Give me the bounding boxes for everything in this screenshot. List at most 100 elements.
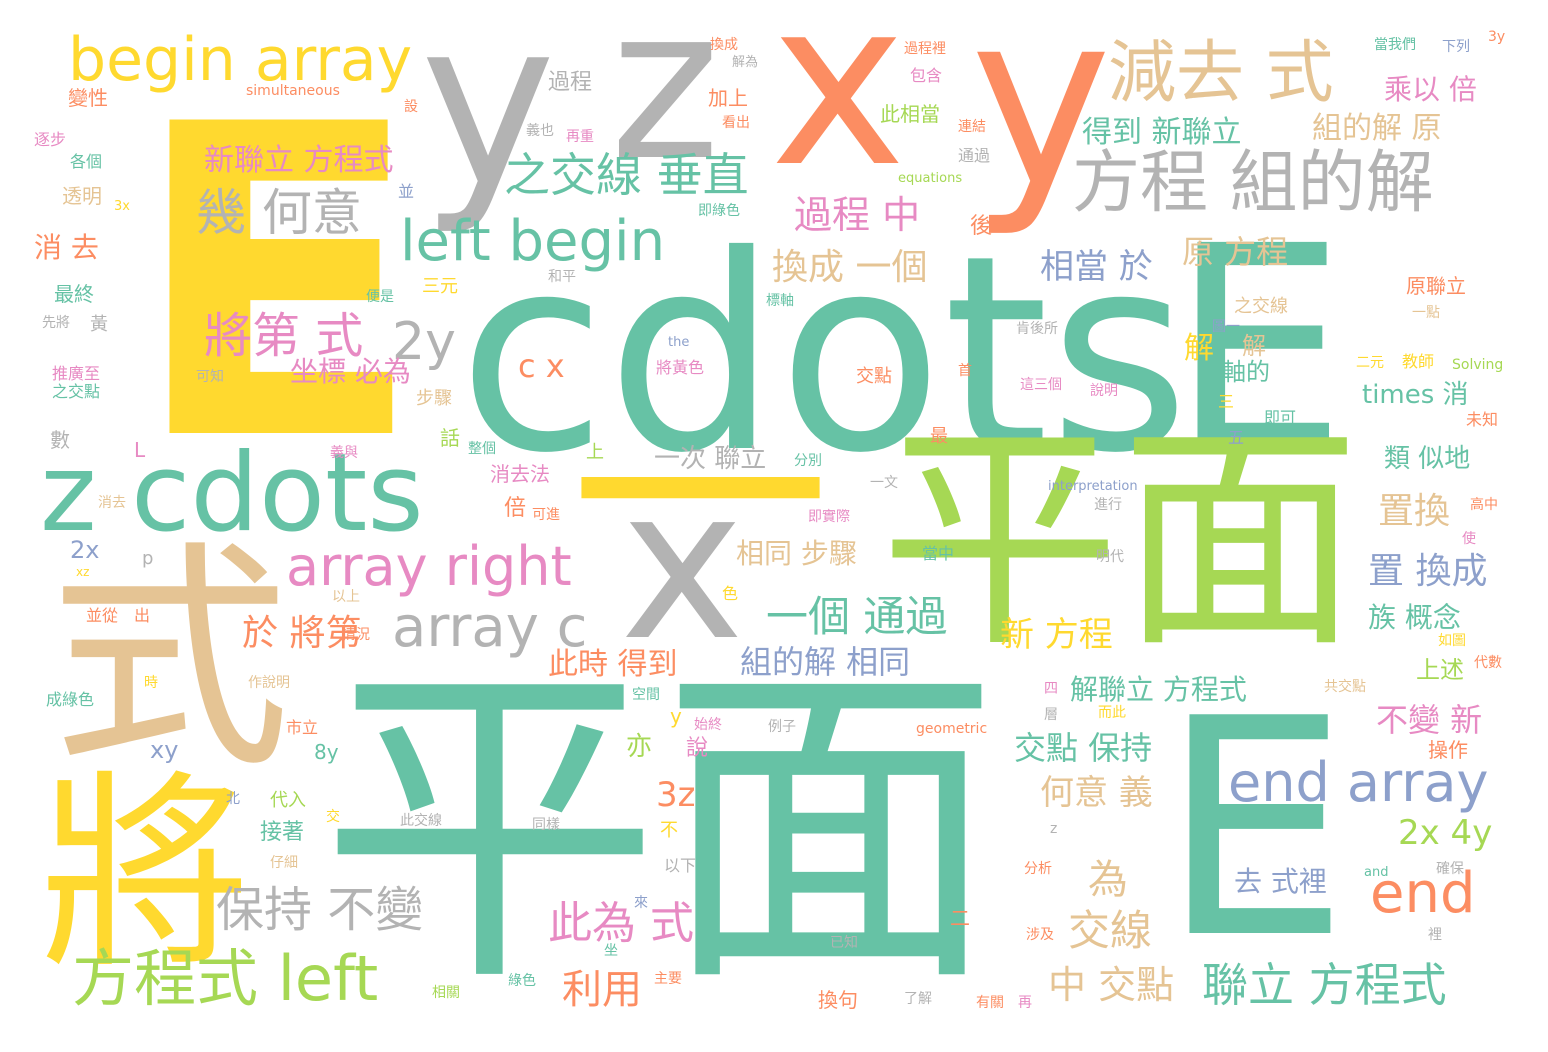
word: 包含 [910, 66, 943, 85]
word: 高中 [1470, 497, 1498, 513]
word: 相當 於 [1040, 247, 1153, 287]
word: 同樣 [532, 817, 560, 833]
word: 代入 [270, 790, 306, 811]
word: 軸的 [1222, 358, 1270, 386]
word: x [770, 0, 907, 218]
word: 解 [1184, 331, 1214, 366]
word: 話 [440, 426, 460, 450]
word: xy [150, 736, 179, 764]
word: 綠色 [508, 973, 536, 989]
word: 空間 [632, 687, 660, 703]
word: 出 [134, 606, 151, 625]
word: 解聯立 方程式 [1070, 673, 1247, 706]
word: 接著 [260, 820, 305, 845]
word: 即實際 [808, 509, 850, 525]
word: 整個 [468, 441, 496, 457]
word: 肯後所 [1016, 321, 1058, 337]
word: E [1160, 655, 1350, 1004]
word: 進行 [1094, 497, 1122, 513]
word: 之交線 [1234, 296, 1288, 317]
word: 標軸 [766, 293, 794, 309]
word: 換成 一個 [772, 247, 928, 288]
word: 族 概念 [1368, 601, 1461, 634]
word: 主要 [654, 971, 682, 987]
word: 黃 [90, 314, 108, 335]
word: and [1364, 865, 1389, 880]
word: 此為 式 [548, 898, 694, 949]
word: 有關 [976, 995, 1004, 1011]
word: 新聯立 方程式 [204, 143, 394, 178]
word: 便是 [366, 289, 394, 305]
word: 減去 式 [1108, 34, 1334, 113]
word: 色 [722, 584, 739, 603]
word: 以下 [664, 856, 697, 875]
word: 共交點 [1324, 679, 1366, 695]
word: 交點 [856, 366, 892, 387]
word: 利用 [562, 967, 642, 1013]
word: 相同 步驟 [736, 537, 857, 570]
word: 和平 [548, 269, 576, 285]
word: 情況 [342, 627, 370, 643]
word: 分別 [794, 453, 822, 469]
word: 使 [1462, 531, 1476, 547]
word: 再 [1018, 995, 1032, 1011]
word: 3y [1488, 29, 1506, 45]
word: 將第 式 [204, 308, 364, 364]
word: 可進 [532, 507, 560, 523]
word: 分析 [1024, 861, 1052, 877]
word: 換成 [710, 37, 738, 53]
word: 新 方程 [1000, 615, 1113, 655]
word: 並 [398, 182, 415, 201]
word: 說明 [1090, 383, 1118, 399]
word: 加上 [708, 86, 748, 110]
word: 義與 [330, 445, 358, 461]
word: interpretation [1048, 479, 1138, 494]
word: 得到 新聯立 [1082, 115, 1242, 150]
word: 原聯立 [1406, 274, 1466, 298]
word: 一次 聯立 [654, 444, 767, 474]
word: 何意 義 [1040, 773, 1153, 813]
word: 過程裡 [904, 41, 946, 57]
word: 之交線 垂直 [504, 148, 749, 202]
word: 最 [930, 426, 948, 447]
word: 過程 [548, 70, 593, 95]
word: 裡 [1428, 927, 1442, 943]
word: 上述 [1416, 656, 1464, 684]
word-cloud: E cdots E E 平面 平面 式 將 y z x y x 一 z cdot… [0, 0, 1548, 1052]
word: 當中 [922, 544, 955, 563]
word: 3z [656, 775, 696, 815]
word: 教師 [1402, 352, 1435, 371]
word: 數 [50, 428, 70, 452]
word: 幾 何意 [196, 184, 362, 242]
word: 代數 [1474, 655, 1502, 671]
word: 涉及 [1026, 927, 1054, 943]
word: 坐標 必為 [290, 355, 411, 388]
word: 透明 [62, 184, 102, 208]
word: 置換 [1378, 491, 1451, 532]
word: 並從 [86, 606, 119, 625]
word: simultaneous [246, 83, 340, 99]
word: 看出 [722, 115, 750, 131]
word: 不變 新 [1376, 701, 1483, 739]
word: 亦 [626, 732, 653, 762]
word: 3x [114, 199, 130, 214]
word: 未知 [1466, 410, 1499, 429]
word: 設 [404, 99, 418, 115]
word: 類 似地 [1384, 444, 1471, 474]
word: 連結 [958, 119, 986, 135]
word: 解為 [732, 55, 759, 70]
word: end array [1228, 751, 1489, 814]
word: left begin [400, 209, 666, 274]
word: 可知 [196, 369, 224, 385]
word: 將黃色 [656, 358, 705, 377]
word: 2x 4y [1398, 813, 1493, 853]
word: 二元 [1356, 355, 1384, 371]
word: y [670, 704, 682, 728]
word: 之交點 [52, 382, 101, 401]
word: 一個 通過 [766, 592, 948, 641]
word: 平面 [880, 400, 1361, 680]
word: 首 [958, 363, 972, 379]
word: 北 [226, 791, 240, 807]
word: 逐步 [34, 130, 67, 149]
word: 三元 [422, 276, 458, 297]
